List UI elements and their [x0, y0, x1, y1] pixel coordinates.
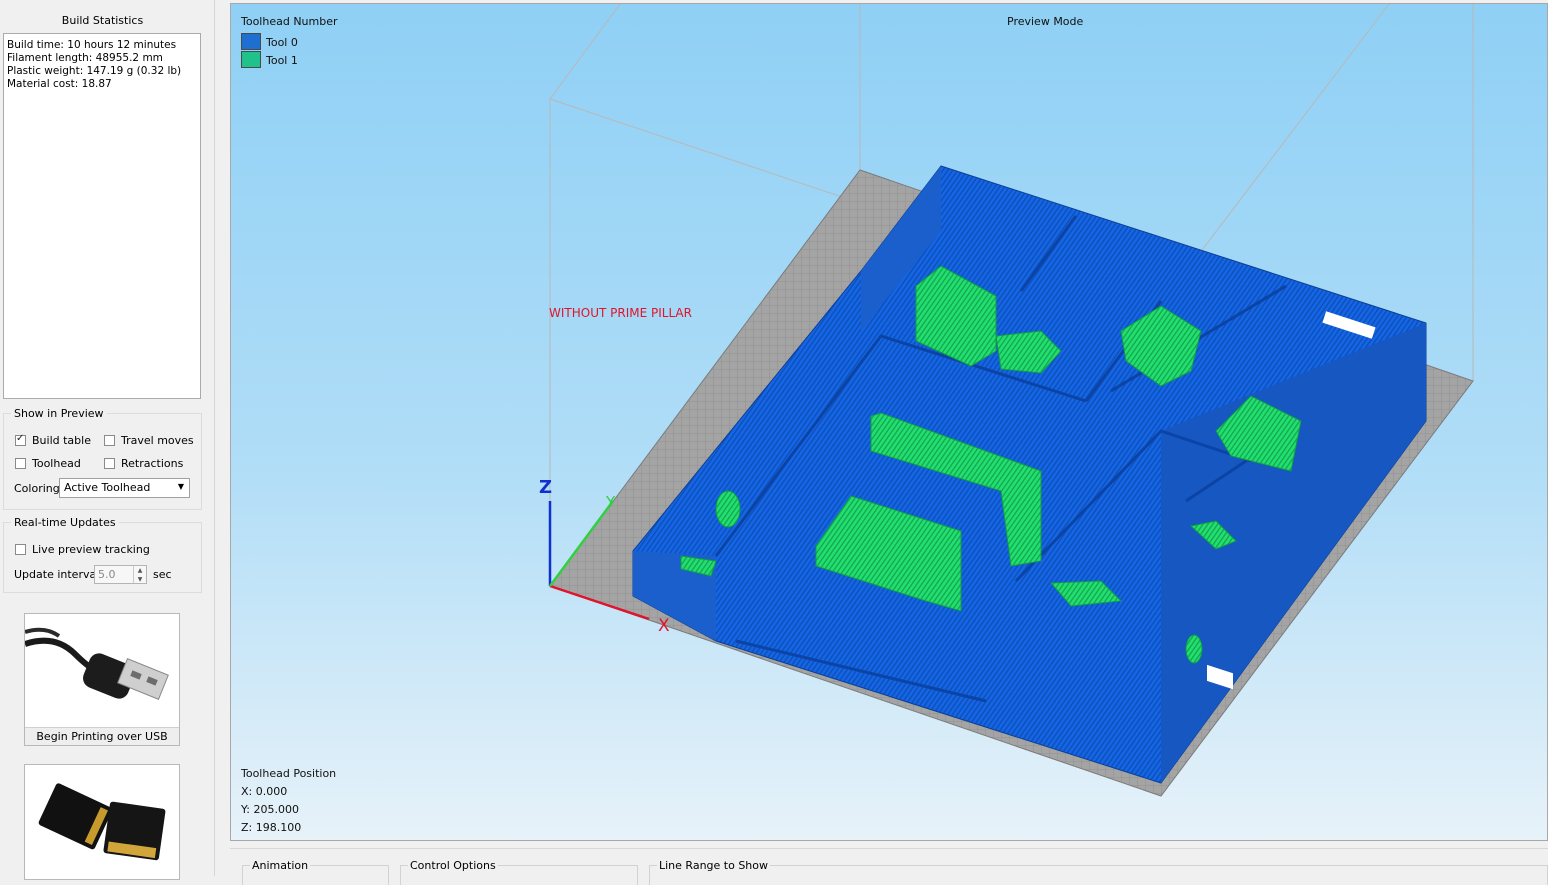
- toolhead-checkbox[interactable]: Toolhead: [15, 457, 81, 470]
- control-options-group[interactable]: Control Options: [400, 859, 638, 885]
- toolhead-box: [15, 458, 26, 469]
- update-interval-label: Update interval: [14, 568, 100, 581]
- dropdown-arrow-icon: ▼: [177, 482, 184, 491]
- animation-group[interactable]: Animation: [242, 859, 389, 885]
- x-axis-label: X: [658, 616, 670, 636]
- line-range-title: Line Range to Show: [657, 859, 771, 872]
- toolhead-position-z: Z: 198.100: [241, 821, 302, 834]
- stat-build-time: Build time: 10 hours 12 minutes: [7, 39, 177, 51]
- realtime-updates-title: Real-time Updates: [11, 516, 119, 529]
- build-table-label: Build table: [32, 434, 91, 447]
- build-table-checkbox[interactable]: Build table: [15, 433, 91, 447]
- annotation-text: WITHOUT PRIME PILLAR: [549, 306, 692, 320]
- bottom-panel: Animation Control Options Line Range to …: [230, 848, 1548, 885]
- show-in-preview-title: Show in Preview: [11, 407, 107, 420]
- tool0-label: Tool 0: [266, 36, 298, 49]
- build-table-check-icon: [15, 433, 26, 446]
- begin-printing-usb-button[interactable]: Begin Printing over USB: [24, 613, 180, 746]
- line-range-group[interactable]: Line Range to Show: [649, 859, 1548, 885]
- z-axis-label: Z: [539, 477, 553, 498]
- build-statistics-box[interactable]: Build time: 10 hours 12 minutes Filament…: [3, 33, 201, 399]
- stat-filament-length: Filament length: 48955.2 mm: [7, 52, 163, 64]
- toolhead-position-x: X: 0.000: [241, 785, 288, 798]
- coloring-label: Coloring: [14, 482, 60, 495]
- coloring-select[interactable]: Active Toolhead ▼: [59, 478, 190, 498]
- travel-moves-box: [104, 435, 115, 446]
- legend-title: Toolhead Number: [241, 15, 338, 28]
- live-preview-label: Live preview tracking: [32, 543, 150, 556]
- build-statistics-title: Build Statistics: [61, 14, 144, 27]
- travel-moves-checkbox[interactable]: Travel moves: [104, 434, 194, 447]
- live-preview-box: [15, 544, 26, 555]
- toolhead-label: Toolhead: [32, 457, 81, 470]
- tool1-label: Tool 1: [266, 54, 298, 67]
- control-options-title: Control Options: [408, 859, 498, 872]
- update-interval-value: 5.0: [98, 568, 116, 581]
- update-interval-unit: sec: [153, 568, 172, 581]
- update-interval-spinbox[interactable]: 5.0 ▲ ▼: [94, 565, 147, 584]
- spin-arrows-icon[interactable]: ▲ ▼: [133, 566, 146, 583]
- animation-title: Animation: [250, 859, 311, 872]
- tool0-swatch: [241, 33, 261, 50]
- tool1-swatch: [241, 51, 261, 68]
- travel-moves-label: Travel moves: [121, 434, 194, 447]
- sd-card-button[interactable]: [24, 764, 180, 880]
- preview-mode-label: Preview Mode: [1007, 15, 1084, 28]
- retractions-label: Retractions: [121, 457, 184, 470]
- retractions-checkbox[interactable]: Retractions: [104, 457, 183, 470]
- preview-viewport[interactable]: Z Y X Toolhead Number Tool 0 Tool 1 Prev…: [230, 3, 1548, 841]
- y-axis-label: Y: [606, 493, 616, 511]
- toolhead-position-y: Y: 205.000: [241, 803, 299, 816]
- begin-printing-usb-label: Begin Printing over USB: [25, 727, 179, 745]
- model-preview-canvas[interactable]: [231, 4, 1548, 841]
- retractions-box: [104, 458, 115, 469]
- stat-plastic-weight: Plastic weight: 147.19 g (0.32 lb): [7, 65, 182, 77]
- live-preview-checkbox[interactable]: Live preview tracking: [15, 543, 150, 556]
- coloring-value: Active Toolhead: [64, 481, 151, 494]
- toolhead-position-title: Toolhead Position: [241, 767, 337, 780]
- stat-material-cost: Material cost: 18.87: [7, 78, 112, 90]
- sd-card-icon: [38, 783, 166, 861]
- usb-cable-icon: [24, 627, 169, 700]
